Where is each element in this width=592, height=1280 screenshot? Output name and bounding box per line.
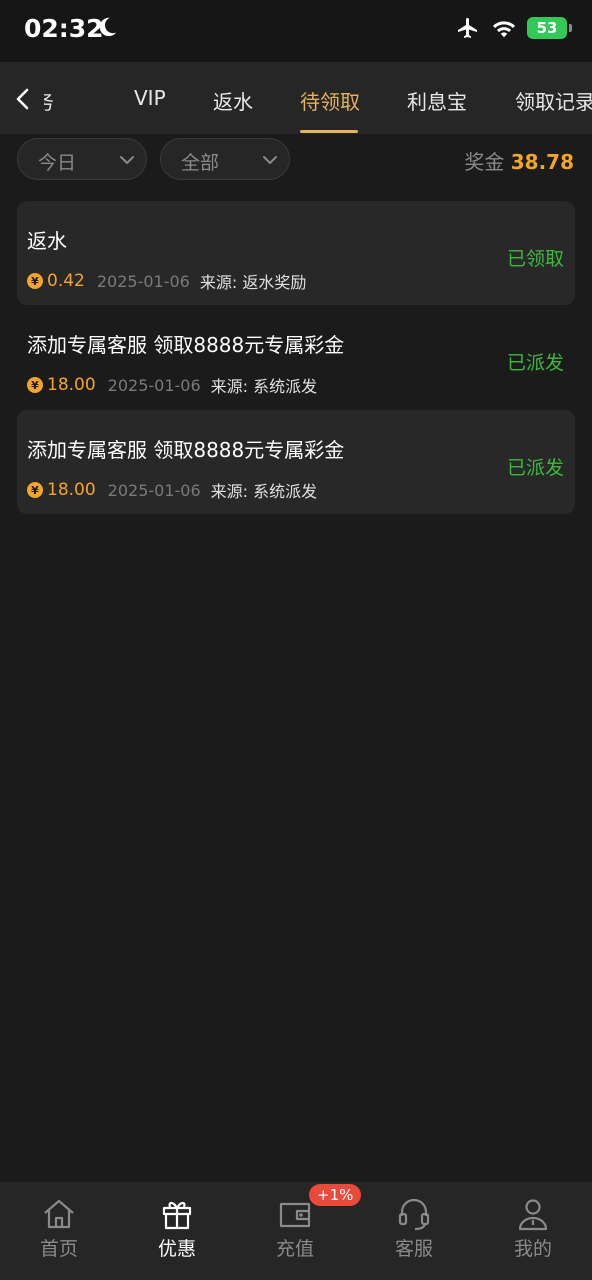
record-status: 已派发 — [506, 457, 564, 479]
nav-support-label: 客服 — [394, 1238, 433, 1260]
bonus-total: 奖金 38.78 — [464, 146, 574, 175]
record-source: 来源: 返水奖励 — [199, 273, 307, 292]
gift-icon — [162, 1201, 192, 1230]
record-amount: 0.42 — [47, 271, 85, 291]
date-filter-dropdown[interactable]: 今日 — [17, 138, 147, 180]
nav-support[interactable]: 客服 — [355, 1182, 473, 1280]
coin-icon: ¥ — [27, 273, 43, 289]
nav-profile[interactable]: 我的 — [474, 1182, 592, 1280]
record-date: 2025-01-06 — [96, 271, 190, 291]
active-tab-indicator — [300, 130, 358, 133]
tab-pending[interactable]: 待领取 — [300, 86, 360, 115]
date-filter-value: 今日 — [38, 152, 77, 174]
reward-record[interactable]: 返水 ¥ 0.42 2025-01-06 来源: 返水奖励 已领取 — [17, 201, 575, 305]
coin-icon: ¥ — [27, 377, 43, 393]
nav-promotions[interactable]: 优惠 — [118, 1182, 236, 1280]
record-meta: ¥ 18.00 2025-01-06 来源: 系统派发 — [27, 478, 317, 502]
nav-recharge-label: 充值 — [275, 1238, 314, 1260]
battery-level: 53 — [536, 19, 558, 37]
category-filter-value: 全部 — [181, 152, 220, 174]
nav-profile-label: 我的 — [513, 1238, 552, 1260]
tab-vip[interactable]: VIP — [134, 86, 166, 110]
nav-home[interactable]: 首页 — [0, 1182, 118, 1280]
chevron-down-icon — [120, 156, 134, 164]
record-status: 已派发 — [506, 352, 564, 374]
nav-home-label: 首页 — [39, 1238, 78, 1260]
chevron-down-icon — [263, 156, 277, 164]
recharge-bonus-badge: +1% — [309, 1184, 362, 1206]
tab-claim-history[interactable]: 领取记录 — [515, 86, 592, 115]
bonus-value: 38.78 — [510, 150, 574, 174]
app-screen: 02:32 53 任务 VIP 返水 待领取 — [0, 0, 592, 1280]
tab-rebate[interactable]: 返水 — [213, 86, 253, 115]
record-meta: ¥ 18.00 2025-01-06 来源: 系统派发 — [27, 373, 317, 397]
record-title: 返水 — [27, 229, 67, 253]
user-icon — [518, 1199, 548, 1231]
record-date: 2025-01-06 — [107, 480, 201, 500]
coin-icon: ¥ — [27, 482, 43, 498]
record-title: 添加专属客服 领取8888元专属彩金 — [27, 333, 345, 357]
wifi-icon — [492, 21, 516, 38]
status-bar: 02:32 53 — [0, 0, 592, 62]
headset-icon — [398, 1198, 430, 1231]
record-meta: ¥ 0.42 2025-01-06 来源: 返水奖励 — [27, 269, 306, 293]
tab-tasks[interactable]: 任务 — [44, 86, 54, 115]
record-title: 添加专属客服 领取8888元专属彩金 — [27, 438, 345, 462]
reward-record[interactable]: 添加专属客服 领取8888元专属彩金 ¥ 18.00 2025-01-06 来源… — [17, 305, 575, 409]
wallet-icon — [279, 1202, 311, 1228]
record-source: 来源: 系统派发 — [210, 482, 318, 501]
moon-icon — [99, 17, 117, 37]
record-date: 2025-01-06 — [107, 375, 201, 395]
battery-indicator: 53 — [527, 17, 567, 39]
battery-cap — [569, 24, 572, 32]
status-icons: 53 — [455, 16, 572, 40]
category-filter-dropdown[interactable]: 全部 — [160, 138, 290, 180]
back-arrow-icon[interactable] — [10, 84, 36, 114]
airplane-icon — [458, 18, 477, 38]
record-source: 来源: 系统派发 — [210, 377, 318, 396]
category-tab-bar: 任务 VIP 返水 待领取 利息宝 领取记录 — [0, 62, 592, 134]
tab-interest[interactable]: 利息宝 — [407, 86, 467, 115]
bonus-label: 奖金 — [464, 150, 505, 174]
status-time: 02:32 — [24, 14, 104, 43]
record-status: 已领取 — [506, 248, 564, 270]
nav-promotions-label: 优惠 — [157, 1238, 196, 1260]
home-icon — [44, 1199, 74, 1229]
record-amount: 18.00 — [47, 375, 96, 395]
record-amount: 18.00 — [47, 480, 96, 500]
bottom-navigation: 首页 优惠 充值 客服 我的 — [0, 1182, 592, 1280]
tab-scroller: 任务 VIP 返水 待领取 利息宝 领取记录 — [44, 62, 592, 134]
reward-record[interactable]: 添加专属客服 领取8888元专属彩金 ¥ 18.00 2025-01-06 来源… — [17, 410, 575, 514]
